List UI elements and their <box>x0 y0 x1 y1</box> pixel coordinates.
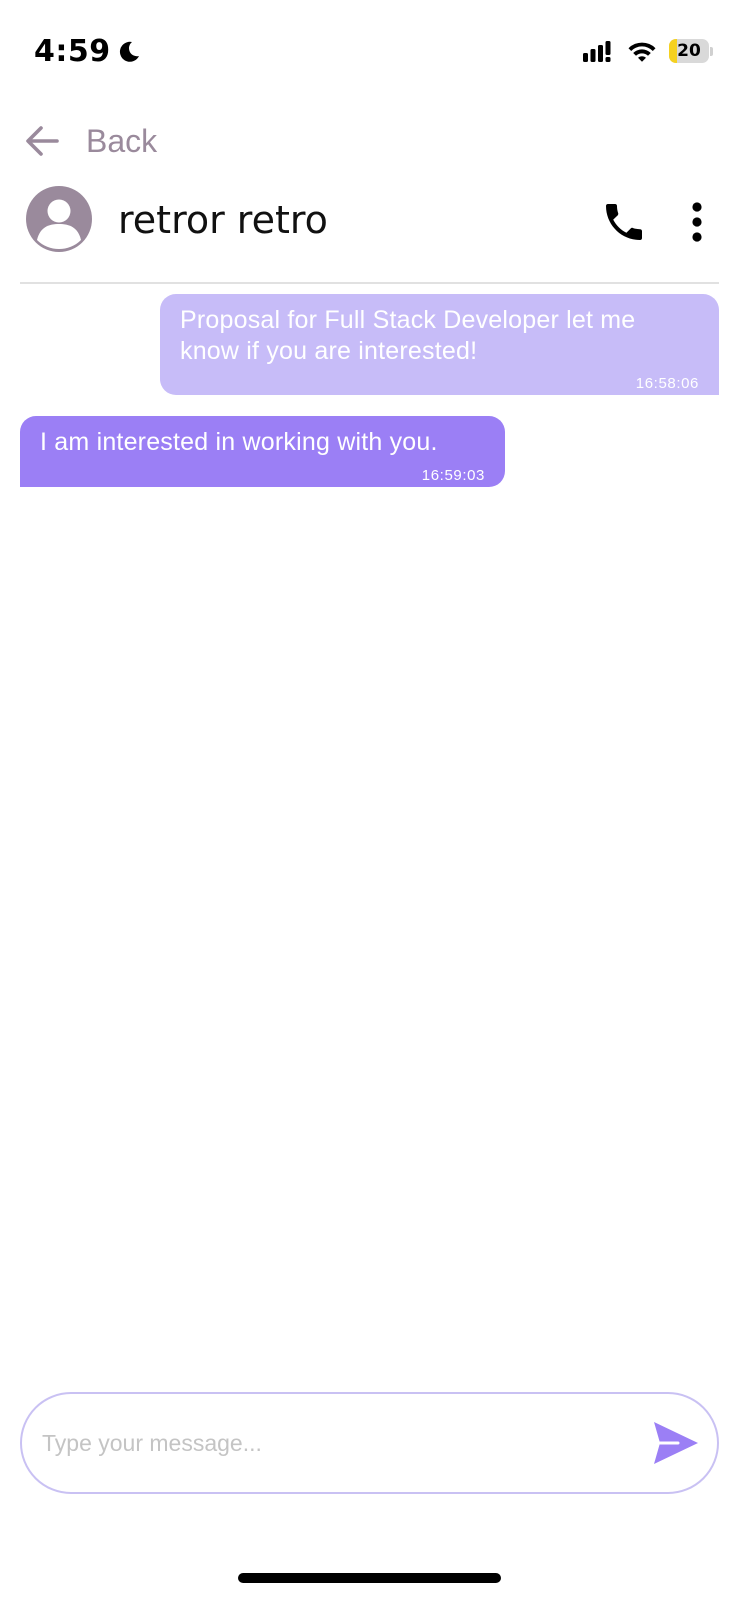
back-button[interactable]: Back <box>24 118 157 164</box>
battery-level: 20 <box>677 41 701 61</box>
status-time-group: 4:59 <box>34 34 141 70</box>
phone-icon <box>606 204 642 240</box>
battery-icon: 20 <box>669 38 713 64</box>
message-input[interactable] <box>42 1418 642 1468</box>
contact-name[interactable]: retror retro <box>118 197 328 243</box>
message-bubble-incoming[interactable]: I am interested in working with you. 16:… <box>20 416 505 487</box>
status-bar: 4:59 20 <box>0 0 739 100</box>
header-divider <box>20 282 719 284</box>
user-avatar-icon[interactable] <box>26 186 92 252</box>
wifi-icon <box>627 40 657 62</box>
home-indicator[interactable] <box>238 1573 501 1583</box>
battery-body: 20 <box>669 39 709 63</box>
status-indicators: 20 <box>583 38 713 64</box>
message-text: Proposal for Full Stack Developer let me… <box>180 306 636 365</box>
message-text: I am interested in working with you. <box>40 428 438 456</box>
arrow-left-icon <box>26 126 59 156</box>
message-timestamp: 16:58:06 <box>635 375 699 392</box>
cellular-signal-icon <box>583 40 615 62</box>
more-options-button[interactable] <box>676 198 718 246</box>
message-composer <box>20 1392 719 1494</box>
message-timestamp: 16:59:03 <box>421 467 485 484</box>
message-bubble-outgoing[interactable]: Proposal for Full Stack Developer let me… <box>160 294 719 395</box>
back-label: Back <box>86 122 158 159</box>
chat-header: retror retro <box>0 186 739 256</box>
call-button[interactable] <box>600 198 648 246</box>
moon-icon <box>119 41 139 62</box>
status-time: 4:59 <box>34 34 111 69</box>
more-vertical-icon <box>692 202 702 242</box>
send-button[interactable] <box>650 1418 702 1468</box>
send-icon <box>654 1422 698 1464</box>
battery-cap <box>710 46 713 56</box>
